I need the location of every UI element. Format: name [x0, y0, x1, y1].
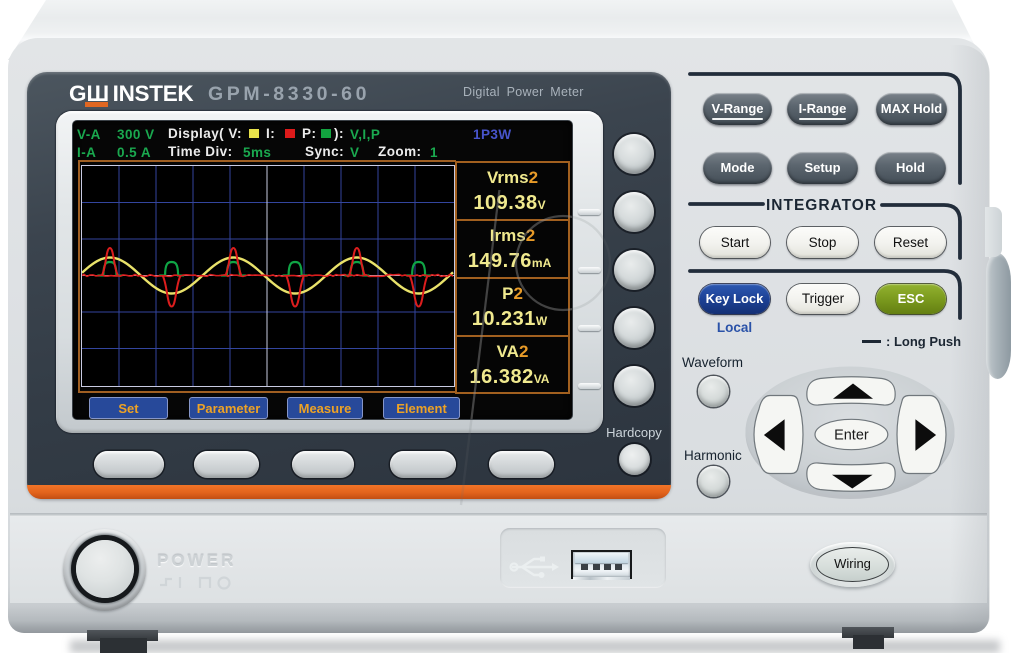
svg-text:Enter: Enter [834, 428, 869, 444]
